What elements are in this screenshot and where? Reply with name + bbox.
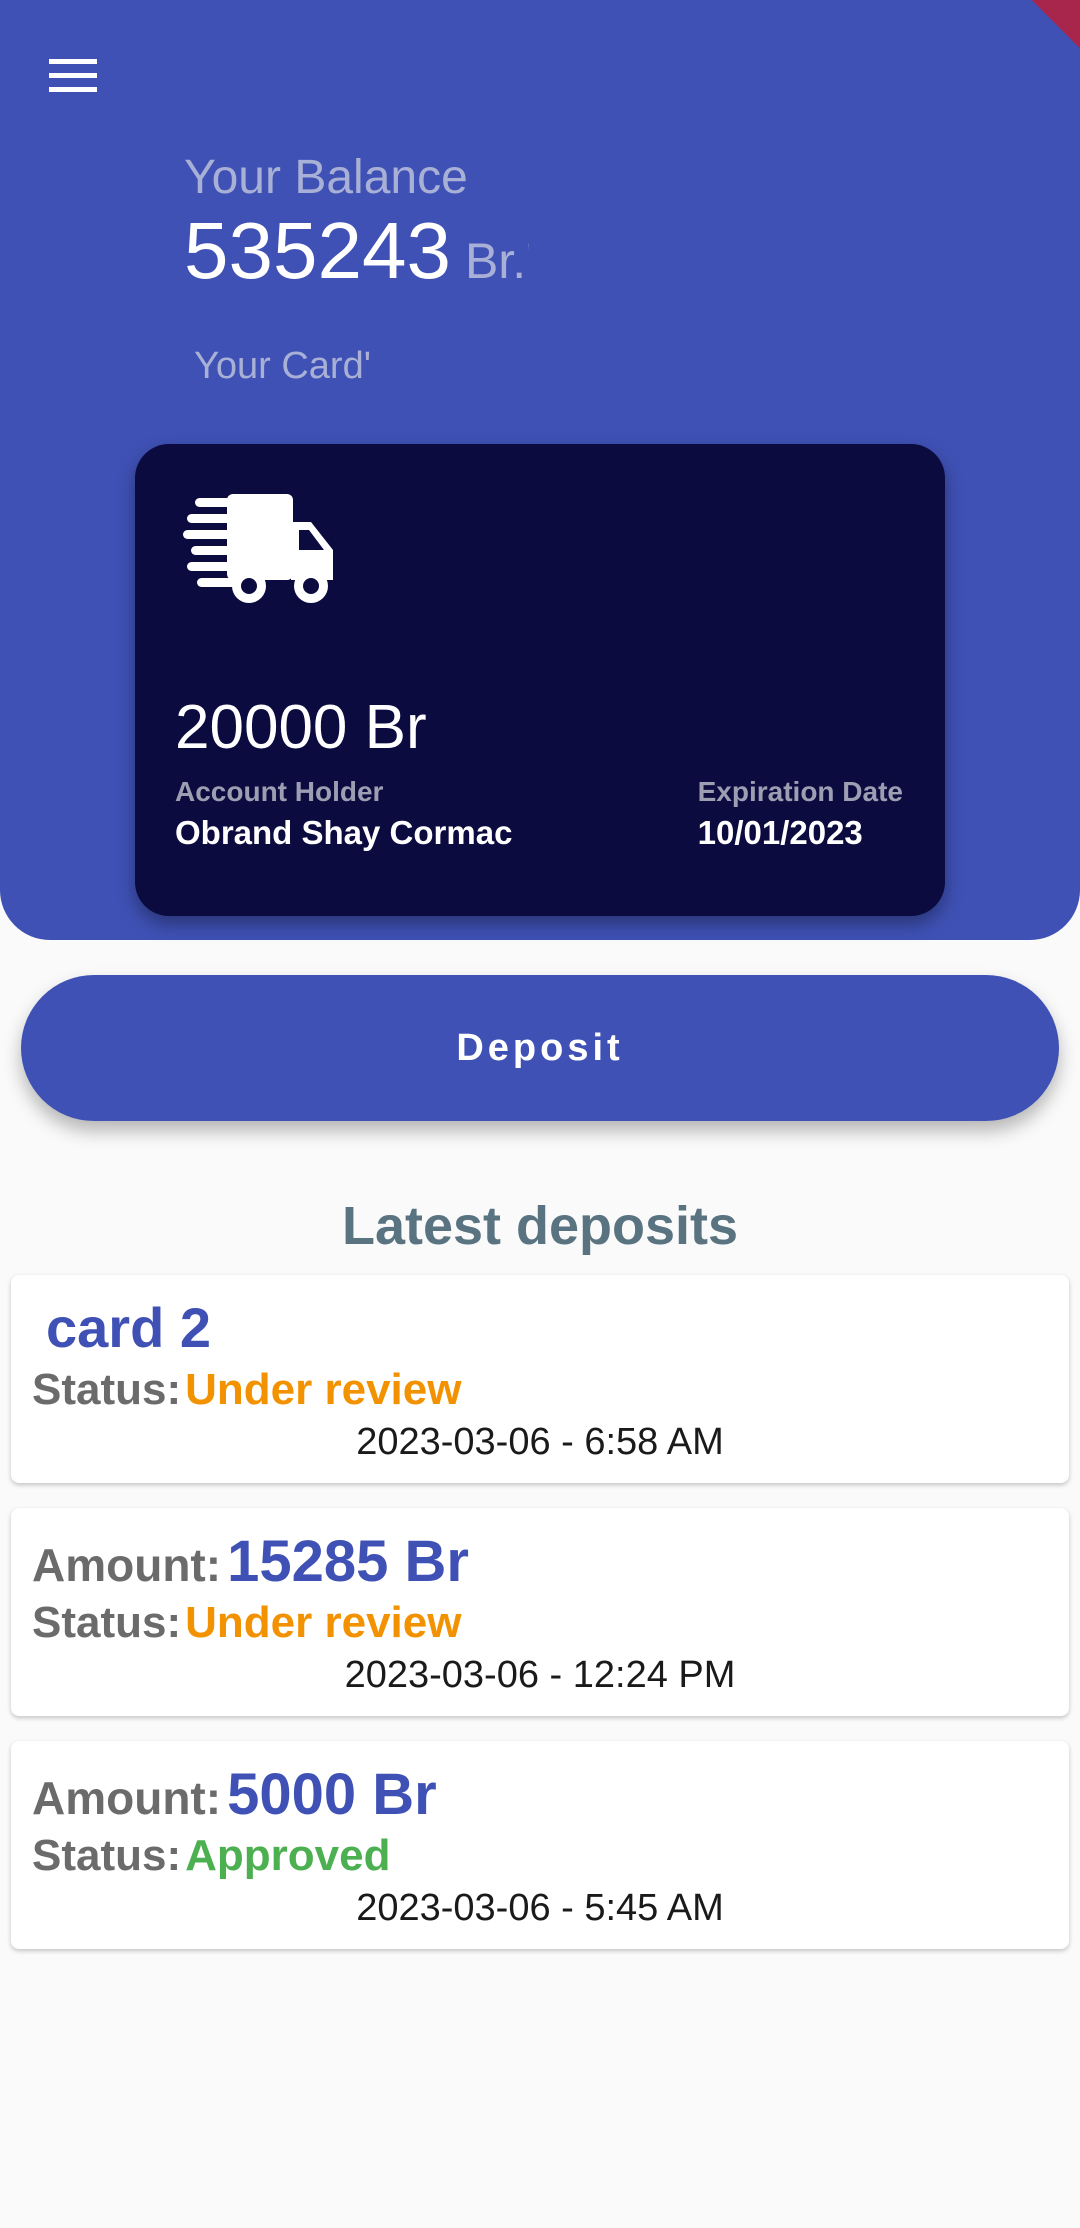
deposit-list-item[interactable]: Amount: 15285 Br Status:Under review 2023… — [11, 1508, 1069, 1716]
card-amount: 20000 Br — [175, 693, 427, 762]
deposit-list-item[interactable]: Amount: 5000 Br Status:Approved 2023-03-0… — [11, 1741, 1069, 1949]
deposit-date: 2023-03-06 - 6:58 AM — [356, 1421, 724, 1463]
balance-label: Your Balance — [184, 151, 468, 204]
deposit-status-row: Status:Approved — [32, 1831, 390, 1881]
deposit-amount-value: 15285 Br — [227, 1529, 469, 1594]
balance-amount: 535243 Br.' — [184, 205, 529, 295]
shipping-truck-icon — [183, 494, 333, 603]
deposit-date: 2023-03-06 - 12:24 PM — [344, 1654, 736, 1696]
deposit-status-badge: Under review — [185, 1365, 462, 1414]
expiration-label: Expiration Date — [697, 776, 903, 807]
deposit-date: 2023-03-06 - 5:45 AM — [356, 1887, 724, 1929]
deposit-amount-label: Amount: — [32, 1772, 222, 1824]
menu-icon[interactable] — [40, 50, 106, 100]
deposit-status-badge: Under review — [185, 1598, 462, 1647]
deposit-amount-row: Amount: 5000 Br — [32, 1761, 437, 1828]
deposit-status-label: Status: — [32, 1598, 182, 1647]
deposit-button[interactable]: Deposit — [21, 975, 1059, 1121]
deposit-card-name: card 2 — [46, 1296, 211, 1359]
card-section-label: Your Card' — [194, 345, 371, 387]
deposit-amount-label: Amount: — [32, 1539, 222, 1591]
expiration-date: 10/01/2023 — [697, 814, 863, 851]
deposit-status-badge: Approved — [185, 1831, 391, 1880]
bank-card[interactable]: 20000 Br Account Holder Obrand Shay Corm… — [135, 444, 945, 916]
deposit-list-item[interactable]: card 2 Status:Under review 2023-03-06 - … — [11, 1275, 1069, 1483]
account-holder-name: Obrand Shay Cormac — [175, 814, 513, 851]
balance-header: Your Balance 535243 Br.' Your Card' 20000… — [0, 0, 1080, 940]
deposit-status-row: Status:Under review — [32, 1365, 461, 1415]
debug-banner — [1003, 0, 1080, 57]
deposit-card-row: card 2 — [32, 1295, 211, 1360]
deposit-status-label: Status: — [32, 1831, 182, 1880]
deposit-status-label: Status: — [32, 1365, 182, 1414]
expiration: Expiration Date 10/01/2023 — [698, 776, 903, 852]
deposit-status-row: Status:Under review — [32, 1598, 461, 1648]
latest-deposits-title: Latest deposits — [341, 1196, 739, 1256]
balance-unit: Br.' — [464, 233, 529, 289]
account-holder: Account Holder Obrand Shay Cormac — [175, 776, 512, 852]
account-holder-label: Account Holder — [175, 776, 384, 807]
deposit-amount-row: Amount: 15285 Br — [32, 1528, 469, 1595]
balance-value: 535243 — [184, 206, 451, 295]
deposit-amount-value: 5000 Br — [227, 1762, 437, 1827]
